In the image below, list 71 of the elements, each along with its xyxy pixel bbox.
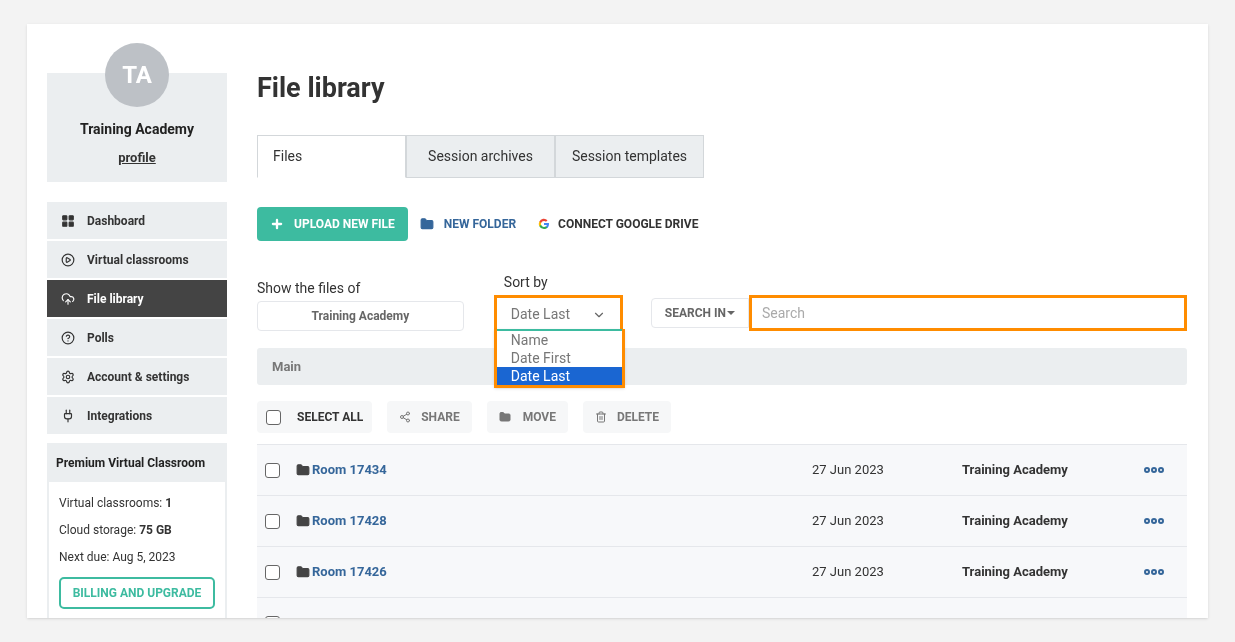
account-name: Training Academy: [80, 120, 194, 139]
file-row[interactable]: Room 17426 27 Jun 2023 Training Academy: [257, 547, 1187, 598]
google-drive-button[interactable]: CONNECT GOOGLE DRIVE: [538, 215, 699, 233]
folder-link[interactable]: Room 17426: [312, 562, 812, 582]
folder-icon: [296, 514, 310, 528]
plan-detail: Next due: Aug 5, 2023: [59, 549, 177, 566]
sort-option[interactable]: Date First: [496, 349, 622, 367]
caret-icon: [727, 311, 735, 315]
move-button[interactable]: MOVE: [486, 401, 568, 433]
trash-icon: [594, 411, 607, 423]
owner-label: Show the files of: [257, 279, 362, 298]
nav-label: Virtual classrooms: [87, 251, 189, 269]
plan-title: Premium Virtual Classroom: [55, 454, 207, 472]
search-in-button[interactable]: SEARCH IN: [650, 298, 749, 328]
checkbox[interactable]: [265, 513, 280, 529]
nav-item[interactable]: File library: [47, 280, 227, 317]
page-title: File library: [257, 75, 386, 102]
checkbox[interactable]: [266, 409, 281, 425]
tab[interactable]: Session templates: [555, 135, 704, 178]
plan-detail: Virtual classrooms: 1: [59, 495, 174, 512]
plug-icon: [61, 408, 75, 423]
date-cell-text: 27 Jun 2023: [812, 563, 885, 582]
owner-cell-text: Training Academy: [962, 461, 1069, 480]
nav-label: Integrations: [87, 407, 153, 425]
google-icon: [538, 218, 551, 230]
help-icon: [61, 330, 75, 345]
cloud-upload-icon: [61, 291, 75, 306]
select-all-label: SELECT ALL: [297, 409, 364, 426]
file-row[interactable]: Room 17434 27 Jun 2023 Training Academy: [257, 445, 1187, 496]
nav-item[interactable]: Account & settings: [47, 358, 227, 395]
sort-select[interactable]: Date Last: [493, 295, 623, 331]
owner-cell-text: Training Academy: [962, 512, 1069, 531]
folder-icon: [296, 565, 310, 579]
folder-link[interactable]: Room 17434: [312, 460, 812, 480]
settings-icon: [61, 369, 75, 384]
sort-option[interactable]: Name: [496, 331, 622, 349]
nav-label: Dashboard: [87, 212, 146, 230]
owner-select[interactable]: Training Academy: [257, 301, 464, 331]
tab[interactable]: Session archives: [406, 135, 555, 178]
date-cell-text: 27 Jun 2023: [812, 512, 885, 531]
folder-icon: [296, 463, 310, 477]
nav-label: Account & settings: [87, 368, 190, 386]
delete-button[interactable]: DELETE: [582, 401, 672, 433]
sort-option[interactable]: Date Last: [496, 367, 622, 385]
file-row[interactable]: Room 17428 27 Jun 2023 Training Academy: [257, 496, 1187, 547]
grid-icon: [61, 213, 75, 228]
search-field[interactable]: Search: [749, 295, 1187, 331]
folder-icon: [419, 217, 434, 231]
owner-cell-text: Training Academy: [962, 563, 1069, 582]
avatar: TA: [105, 43, 169, 107]
nav-item[interactable]: Polls: [47, 319, 227, 356]
nav-label: File library: [87, 290, 144, 308]
share-button[interactable]: SHARE: [387, 401, 472, 433]
select-all-control[interactable]: SELECT ALL: [257, 401, 373, 433]
checkbox[interactable]: [265, 564, 280, 580]
profile-link[interactable]: profile: [118, 148, 156, 168]
tab[interactable]: Files: [257, 135, 406, 178]
nav-item[interactable]: Virtual classrooms: [47, 241, 227, 278]
folder-icon: [498, 411, 511, 423]
new-folder-button[interactable]: NEW FOLDER: [415, 215, 521, 233]
sort-label: Sort by: [502, 273, 549, 292]
share-icon: [399, 411, 412, 423]
nav-item[interactable]: Integrations: [47, 397, 227, 434]
plan-detail: Cloud storage: 75 GB: [59, 522, 173, 539]
nav-item[interactable]: Dashboard: [47, 202, 227, 239]
plus-icon: [270, 217, 284, 231]
play-icon: [61, 252, 75, 267]
date-cell-text: 27 Jun 2023: [812, 461, 885, 480]
checkbox[interactable]: [265, 462, 280, 478]
folder-link[interactable]: Room 17428: [312, 511, 812, 531]
nav-label: Polls: [87, 329, 114, 347]
